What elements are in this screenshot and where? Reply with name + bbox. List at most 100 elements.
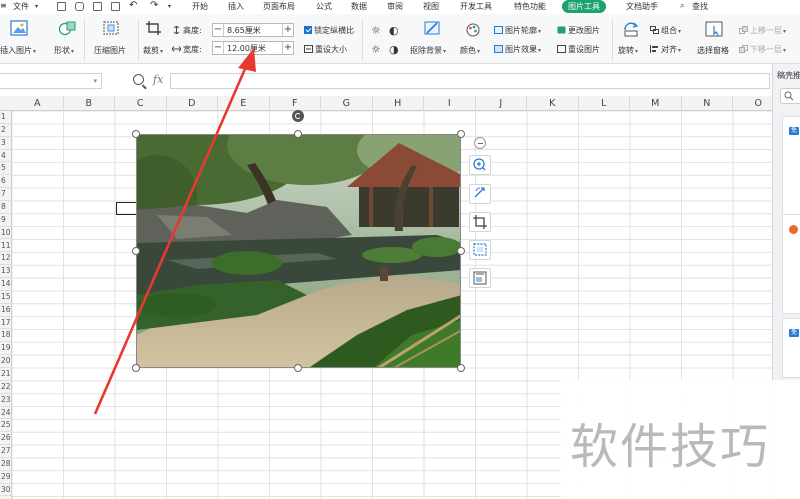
panel-search-input[interactable] <box>780 88 800 104</box>
layout-options-button[interactable] <box>469 268 491 288</box>
width-decrease-button[interactable]: − <box>213 42 224 54</box>
row-header-12[interactable]: 12 <box>0 252 12 266</box>
picture-effects-button[interactable] <box>469 240 491 260</box>
resize-handle-left[interactable] <box>132 247 140 255</box>
search-icon[interactable]: ⌕ <box>680 1 684 11</box>
tab-developer[interactable]: 开发工具 <box>460 1 492 12</box>
column-header-f[interactable]: F <box>270 96 321 111</box>
row-header-13[interactable]: 13 <box>0 265 12 279</box>
zoom-in-button[interactable] <box>469 155 491 175</box>
shape-button[interactable]: 形状▾ <box>54 45 74 56</box>
column-header-c[interactable]: C <box>115 96 167 111</box>
height-stepper[interactable]: − 8.65厘米 + <box>212 23 294 37</box>
column-header-k[interactable]: K <box>527 96 579 111</box>
quick-access-dropdown-icon[interactable]: ▾ <box>168 3 171 10</box>
row-header-29[interactable]: 29 <box>0 471 12 484</box>
row-header-8[interactable]: 8 <box>0 201 12 214</box>
print-icon[interactable] <box>93 2 102 11</box>
rotate-handle-icon[interactable] <box>292 110 304 122</box>
rotate-button[interactable]: 旋转▾ <box>618 45 638 56</box>
remove-background-button[interactable]: 抠除背景▾ <box>410 45 446 56</box>
row-header-10[interactable]: 10 <box>0 227 12 240</box>
row-header-11[interactable]: 11 <box>0 240 12 253</box>
resize-handle-top-right[interactable] <box>457 130 465 138</box>
column-header-h[interactable]: H <box>373 96 424 111</box>
picture-effect-button[interactable]: 图片效果▾ <box>494 44 541 55</box>
height-value[interactable]: 8.65厘米 <box>227 25 261 36</box>
active-cell[interactable] <box>116 202 138 215</box>
name-box[interactable]: ▾ <box>0 73 102 89</box>
column-header-o[interactable]: O <box>733 96 772 111</box>
row-header-7[interactable]: 7 <box>0 188 12 201</box>
brightness-up-icon[interactable]: ☼ <box>371 24 381 37</box>
fx-icon[interactable]: fx <box>153 73 163 86</box>
picture-outline-button[interactable]: 图片轮廓▾ <box>494 25 541 36</box>
undo-icon[interactable]: ↶ <box>129 0 137 11</box>
tab-picture-tools[interactable]: 图片工具 <box>562 0 606 13</box>
search-label[interactable]: 查找 <box>692 1 708 12</box>
row-header-14[interactable]: 14 <box>0 278 12 291</box>
lock-ratio-checkbox[interactable]: 锁定纵横比 <box>304 25 354 36</box>
brightness-down-icon[interactable]: ☼ <box>371 43 381 56</box>
resize-handle-right[interactable] <box>457 247 465 255</box>
resize-handle-bottom-right[interactable] <box>457 364 465 372</box>
insert-picture-button[interactable]: 插入图片▾ <box>0 45 36 56</box>
column-header-j[interactable]: J <box>476 96 527 111</box>
row-header-21[interactable]: 21 <box>0 368 12 381</box>
collapse-icon[interactable] <box>474 137 486 149</box>
height-decrease-button[interactable]: − <box>213 24 224 36</box>
tab-home[interactable]: 开始 <box>192 1 208 12</box>
row-header-28[interactable]: 28 <box>0 458 12 471</box>
row-header-17[interactable]: 17 <box>0 317 12 330</box>
tab-formulas[interactable]: 公式 <box>316 1 332 12</box>
column-header-b[interactable]: B <box>64 96 115 111</box>
row-header-1[interactable]: 1 <box>0 111 12 124</box>
column-header-m[interactable]: M <box>630 96 682 111</box>
row-header-27[interactable]: 27 <box>0 445 12 458</box>
contrast-down-icon[interactable]: ◑ <box>389 43 399 56</box>
width-value[interactable]: 12.00厘米 <box>227 43 266 54</box>
width-increase-button[interactable]: + <box>282 42 293 54</box>
menu-icon[interactable]: ≡ <box>0 1 7 10</box>
row-header-15[interactable]: 15 <box>0 291 12 304</box>
column-header-d[interactable]: D <box>167 96 218 111</box>
file-dropdown-icon[interactable]: ▾ <box>35 3 38 10</box>
tab-document-assistant[interactable]: 文档助手 <box>626 1 658 12</box>
chevron-down-icon[interactable]: ▾ <box>93 77 97 85</box>
save-icon[interactable] <box>57 2 66 11</box>
tab-insert[interactable]: 插入 <box>228 1 244 12</box>
height-increase-button[interactable]: + <box>282 24 293 36</box>
reset-size-button[interactable]: 重设大小 <box>304 44 347 55</box>
row-header-4[interactable]: 4 <box>0 150 12 163</box>
move-up-button[interactable]: 上移一层▾ <box>739 25 786 36</box>
resize-handle-bottom-left[interactable] <box>132 364 140 372</box>
zoom-icon[interactable] <box>133 74 144 85</box>
row-header-23[interactable]: 23 <box>0 394 12 407</box>
resize-handle-bottom[interactable] <box>294 364 302 372</box>
crop-button[interactable]: 裁剪▾ <box>143 45 163 56</box>
row-header-3[interactable]: 3 <box>0 137 12 150</box>
tab-review[interactable]: 审阅 <box>387 1 403 12</box>
tab-page-layout[interactable]: 页面布局 <box>263 1 295 12</box>
template-card[interactable] <box>782 214 800 314</box>
row-header-6[interactable]: 6 <box>0 175 12 189</box>
row-header-9[interactable]: 9 <box>0 214 12 227</box>
move-down-button[interactable]: 下移一层▾ <box>739 44 786 55</box>
resize-handle-top[interactable] <box>294 130 302 138</box>
preview-icon[interactable] <box>111 2 120 11</box>
row-header-2[interactable]: 2 <box>0 124 12 137</box>
align-button[interactable]: 对齐▾ <box>650 44 681 55</box>
row-header-24[interactable]: 24 <box>0 407 12 420</box>
column-header-g[interactable]: G <box>321 96 373 111</box>
selection-pane-button[interactable]: 选择窗格 <box>697 45 729 56</box>
compress-picture-button[interactable]: 压缩图片 <box>94 45 126 56</box>
file-menu[interactable]: 文件 <box>13 1 29 12</box>
row-header-26[interactable]: 26 <box>0 432 12 446</box>
template-card[interactable]: 免 <box>782 318 800 378</box>
resize-handle-top-left[interactable] <box>132 130 140 138</box>
column-header-n[interactable]: N <box>682 96 733 111</box>
row-header-25[interactable]: 25 <box>0 419 12 433</box>
export-icon[interactable] <box>75 2 84 11</box>
column-header-a[interactable]: A <box>12 96 64 111</box>
reset-picture-button[interactable]: 重设图片 <box>557 44 600 55</box>
